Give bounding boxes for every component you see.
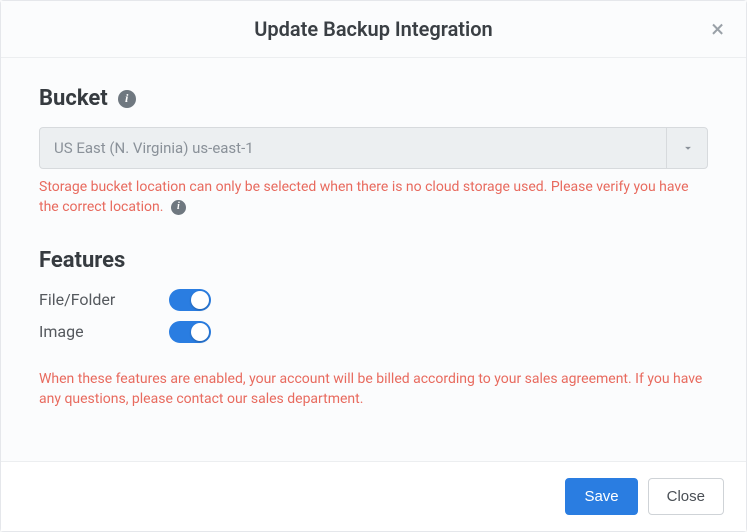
feature-label: File/Folder xyxy=(39,290,169,309)
feature-label: Image xyxy=(39,322,169,341)
save-button[interactable]: Save xyxy=(565,478,637,515)
toggle-knob xyxy=(191,323,209,341)
modal-header: Update Backup Integration × xyxy=(1,1,746,58)
close-button[interactable]: Close xyxy=(648,478,724,515)
bucket-help-message: Storage bucket location can only be sele… xyxy=(39,179,689,215)
bucket-select-value: US East (N. Virginia) us-east-1 xyxy=(39,127,708,169)
image-toggle[interactable] xyxy=(169,321,211,343)
features-label: Features xyxy=(39,248,125,273)
info-icon[interactable]: i xyxy=(171,200,186,215)
info-icon[interactable]: i xyxy=(118,90,136,108)
feature-row-image: Image xyxy=(39,321,708,343)
modal-body: Bucket i US East (N. Virginia) us-east-1… xyxy=(1,58,746,461)
file-folder-toggle[interactable] xyxy=(169,289,211,311)
update-backup-integration-modal: Update Backup Integration × Bucket i US … xyxy=(0,0,747,532)
bucket-select: US East (N. Virginia) us-east-1 xyxy=(39,127,708,169)
features-billing-note: When these features are enabled, your ac… xyxy=(39,369,708,410)
bucket-help-text: Storage bucket location can only be sele… xyxy=(39,177,708,218)
feature-row-file-folder: File/Folder xyxy=(39,289,708,311)
modal-title: Update Backup Integration xyxy=(254,17,492,41)
bucket-label: Bucket xyxy=(39,86,108,111)
bucket-section-title: Bucket i xyxy=(39,86,708,111)
close-icon[interactable]: × xyxy=(707,13,728,45)
chevron-down-icon xyxy=(666,127,708,169)
toggle-knob xyxy=(191,291,209,309)
modal-footer: Save Close xyxy=(1,461,746,531)
features-section-title: Features xyxy=(39,248,708,273)
